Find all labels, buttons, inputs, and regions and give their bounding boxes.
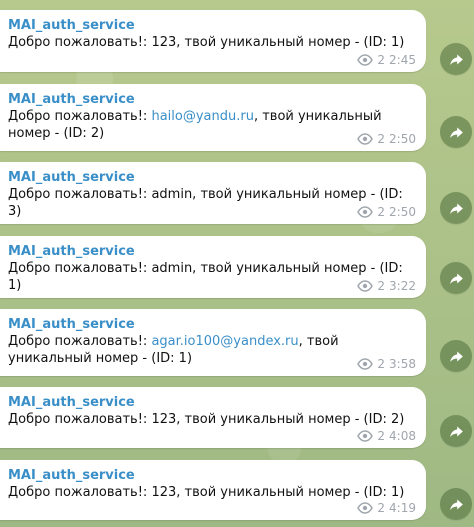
message-text: Добро пожаловать!: admin, твой уникальны… xyxy=(8,186,416,220)
forward-icon xyxy=(448,496,465,513)
message-meta: 2 3:58 xyxy=(357,357,416,371)
message-text-part: Добро пожаловать!: admin, твой уникальны… xyxy=(8,261,403,293)
message-meta: 2 3:22 xyxy=(357,279,416,293)
message-text: Добро пожаловать!: hailo@yandu.ru, твой … xyxy=(8,108,416,142)
views-count: 2 xyxy=(377,429,386,443)
message-time: 4:08 xyxy=(389,429,416,443)
forward-button[interactable] xyxy=(440,488,472,520)
message-bubble[interactable]: MAI_auth_service Добро пожаловать!: admi… xyxy=(0,162,426,224)
message-link[interactable]: agar.io100@yandex.ru xyxy=(151,334,298,349)
message-text-part: Добро пожаловать!: xyxy=(8,334,152,349)
forward-button[interactable] xyxy=(440,340,472,372)
forward-button[interactable] xyxy=(440,415,472,447)
message-sender[interactable]: MAI_auth_service xyxy=(8,17,416,34)
forward-icon xyxy=(448,51,465,68)
views-count: 2 xyxy=(377,357,386,371)
eye-icon xyxy=(357,358,374,370)
eye-icon xyxy=(357,502,374,514)
message-bubble[interactable]: MAI_auth_service Добро пожаловать!: agar… xyxy=(0,309,426,376)
message-meta: 2 4:08 xyxy=(357,429,416,443)
views-count: 2 xyxy=(377,132,386,146)
message-text-part: Добро пожаловать!: 123, твой уникальный … xyxy=(8,412,405,427)
eye-icon xyxy=(357,280,374,292)
message-meta: 2 2:50 xyxy=(357,132,416,146)
forward-button[interactable] xyxy=(440,116,472,148)
message-time: 3:58 xyxy=(389,357,416,371)
forward-icon xyxy=(448,348,465,365)
forward-icon xyxy=(448,200,465,217)
forward-icon xyxy=(448,423,465,440)
message-time: 3:22 xyxy=(389,279,416,293)
message-sender[interactable]: MAI_auth_service xyxy=(8,169,416,186)
message-text: Добро пожаловать!: agar.io100@yandex.ru,… xyxy=(8,333,416,367)
message-sender[interactable]: MAI_auth_service xyxy=(8,243,416,260)
message-meta: 2 2:50 xyxy=(357,205,416,219)
message-text: Добро пожаловать!: 123, твой уникальный … xyxy=(8,484,416,501)
message-bubble[interactable]: MAI_auth_service Добро пожаловать!: 123,… xyxy=(0,387,426,448)
message-link[interactable]: hailo@yandu.ru xyxy=(151,109,254,124)
views-count: 2 xyxy=(377,205,386,219)
message-sender[interactable]: MAI_auth_service xyxy=(8,394,416,411)
message-text: Добро пожаловать!: 123, твой уникальный … xyxy=(8,34,416,51)
message-meta: 2 2:45 xyxy=(357,53,416,67)
forward-button[interactable] xyxy=(440,262,472,294)
message-sender[interactable]: MAI_auth_service xyxy=(8,316,416,333)
forward-button[interactable] xyxy=(440,192,472,224)
forward-button[interactable] xyxy=(440,43,472,75)
message-text-part: Добро пожаловать!: 123, твой уникальный … xyxy=(8,485,405,500)
forward-icon xyxy=(448,124,465,141)
eye-icon xyxy=(357,54,374,66)
message-sender[interactable]: MAI_auth_service xyxy=(8,91,416,108)
views-count: 2 xyxy=(377,501,386,515)
message-bubble[interactable]: MAI_auth_service Добро пожаловать!: 123,… xyxy=(0,10,426,72)
message-bubble[interactable]: MAI_auth_service Добро пожаловать!: admi… xyxy=(0,236,426,298)
message-time: 2:45 xyxy=(389,53,416,67)
message-time: 2:50 xyxy=(389,205,416,219)
message-bubble[interactable]: MAI_auth_service Добро пожаловать!: 123,… xyxy=(0,460,426,520)
forward-icon xyxy=(448,270,465,287)
message-time: 4:19 xyxy=(389,501,416,515)
message-sender[interactable]: MAI_auth_service xyxy=(8,467,416,484)
message-text: Добро пожаловать!: 123, твой уникальный … xyxy=(8,411,416,428)
message-time: 2:50 xyxy=(389,132,416,146)
eye-icon xyxy=(357,133,374,145)
message-text-part: Добро пожаловать!: 123, твой уникальный … xyxy=(8,35,405,50)
eye-icon xyxy=(357,430,374,442)
views-count: 2 xyxy=(377,279,386,293)
message-bubble[interactable]: MAI_auth_service Добро пожаловать!: hail… xyxy=(0,84,426,151)
message-meta: 2 4:19 xyxy=(357,501,416,515)
eye-icon xyxy=(357,206,374,218)
views-count: 2 xyxy=(377,53,386,67)
message-text: Добро пожаловать!: admin, твой уникальны… xyxy=(8,260,416,294)
message-text-part: Добро пожаловать!: xyxy=(8,109,152,124)
message-text-part: Добро пожаловать!: admin, твой уникальны… xyxy=(8,187,403,219)
